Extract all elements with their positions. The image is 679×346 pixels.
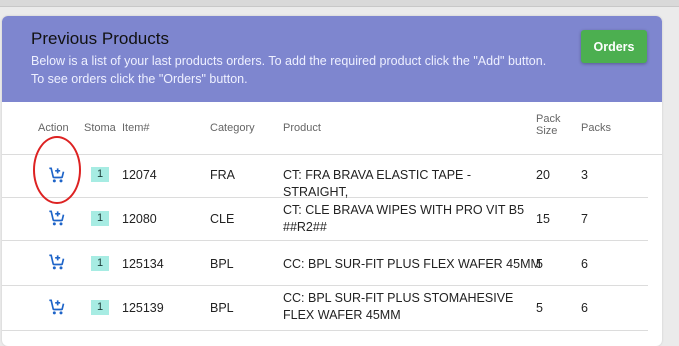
table-header: Action Stoma Item# Category Product Pack… [2, 102, 662, 155]
item-number: 125134 [122, 257, 164, 271]
packs: 3 [581, 168, 588, 182]
category: CLE [210, 212, 235, 226]
table-row: 1 125134 BPL CC: BPL SUR-FIT PLUS FLEX W… [2, 241, 648, 286]
item-number: 12080 [122, 212, 157, 226]
highlight-annotation-circle [33, 136, 81, 204]
stoma-badge: 1 [91, 211, 109, 226]
orders-button[interactable]: Orders [581, 30, 647, 63]
category: FRA [210, 168, 235, 182]
column-header-pack-size: Pack Size [536, 113, 560, 137]
description-line-1: Below is a list of your last products or… [31, 54, 547, 68]
description-line-2: To see orders click the "Orders" button. [31, 72, 248, 86]
stoma-badge: 1 [91, 300, 109, 315]
pack-size-label-2: Size [536, 125, 558, 137]
column-header-item: Item# [122, 122, 150, 134]
packs: 6 [581, 257, 588, 271]
product-name: CC: BPL SUR-FIT PLUS STOMAHESIVE FLEX WA… [283, 291, 514, 322]
item-number: 125139 [122, 301, 164, 315]
category: BPL [210, 301, 234, 315]
panel-header: Previous Products Below is a list of you… [2, 16, 662, 102]
pack-size: 5 [536, 301, 543, 315]
table-row: 1 12080 CLE CT: CLE BRAVA WIPES WITH PRO… [2, 198, 648, 241]
column-header-product: Product [283, 122, 321, 134]
add-to-cart-icon[interactable] [46, 297, 66, 317]
previous-products-panel: Previous Products Below is a list of you… [2, 16, 662, 346]
column-header-category: Category [210, 122, 255, 134]
table-row: 1 125139 BPL CC: BPL SUR-FIT PLUS STOMAH… [2, 286, 648, 331]
column-header-action: Action [38, 122, 69, 134]
add-to-cart-icon[interactable] [46, 252, 66, 272]
product-name: CT: CLE BRAVA WIPES WITH PRO VIT B5 ##R2… [283, 203, 525, 234]
stoma-badge: 1 [91, 256, 109, 271]
column-header-stoma: Stoma [84, 122, 116, 134]
item-number: 12074 [122, 168, 157, 182]
stoma-badge: 1 [91, 167, 109, 182]
page-title: Previous Products [31, 29, 169, 48]
packs: 7 [581, 212, 588, 226]
pack-size: 15 [536, 212, 550, 226]
panel-description: Below is a list of your last products or… [31, 52, 571, 88]
product-name: CT: FRA BRAVA ELASTIC TAPE - STRAIGHT, [283, 168, 472, 199]
pack-size-label-1: Pack [536, 113, 561, 125]
table-row: 1 12074 FRA CT: FRA BRAVA ELASTIC TAPE -… [2, 154, 648, 199]
column-header-packs: Packs [581, 122, 611, 134]
pack-size: 5 [536, 257, 543, 271]
add-to-cart-icon[interactable] [46, 208, 66, 228]
pack-size: 20 [536, 168, 550, 182]
browser-top-strip [0, 0, 679, 7]
product-name: CC: BPL SUR-FIT PLUS FLEX WAFER 45MM [283, 257, 541, 271]
packs: 6 [581, 301, 588, 315]
category: BPL [210, 257, 234, 271]
